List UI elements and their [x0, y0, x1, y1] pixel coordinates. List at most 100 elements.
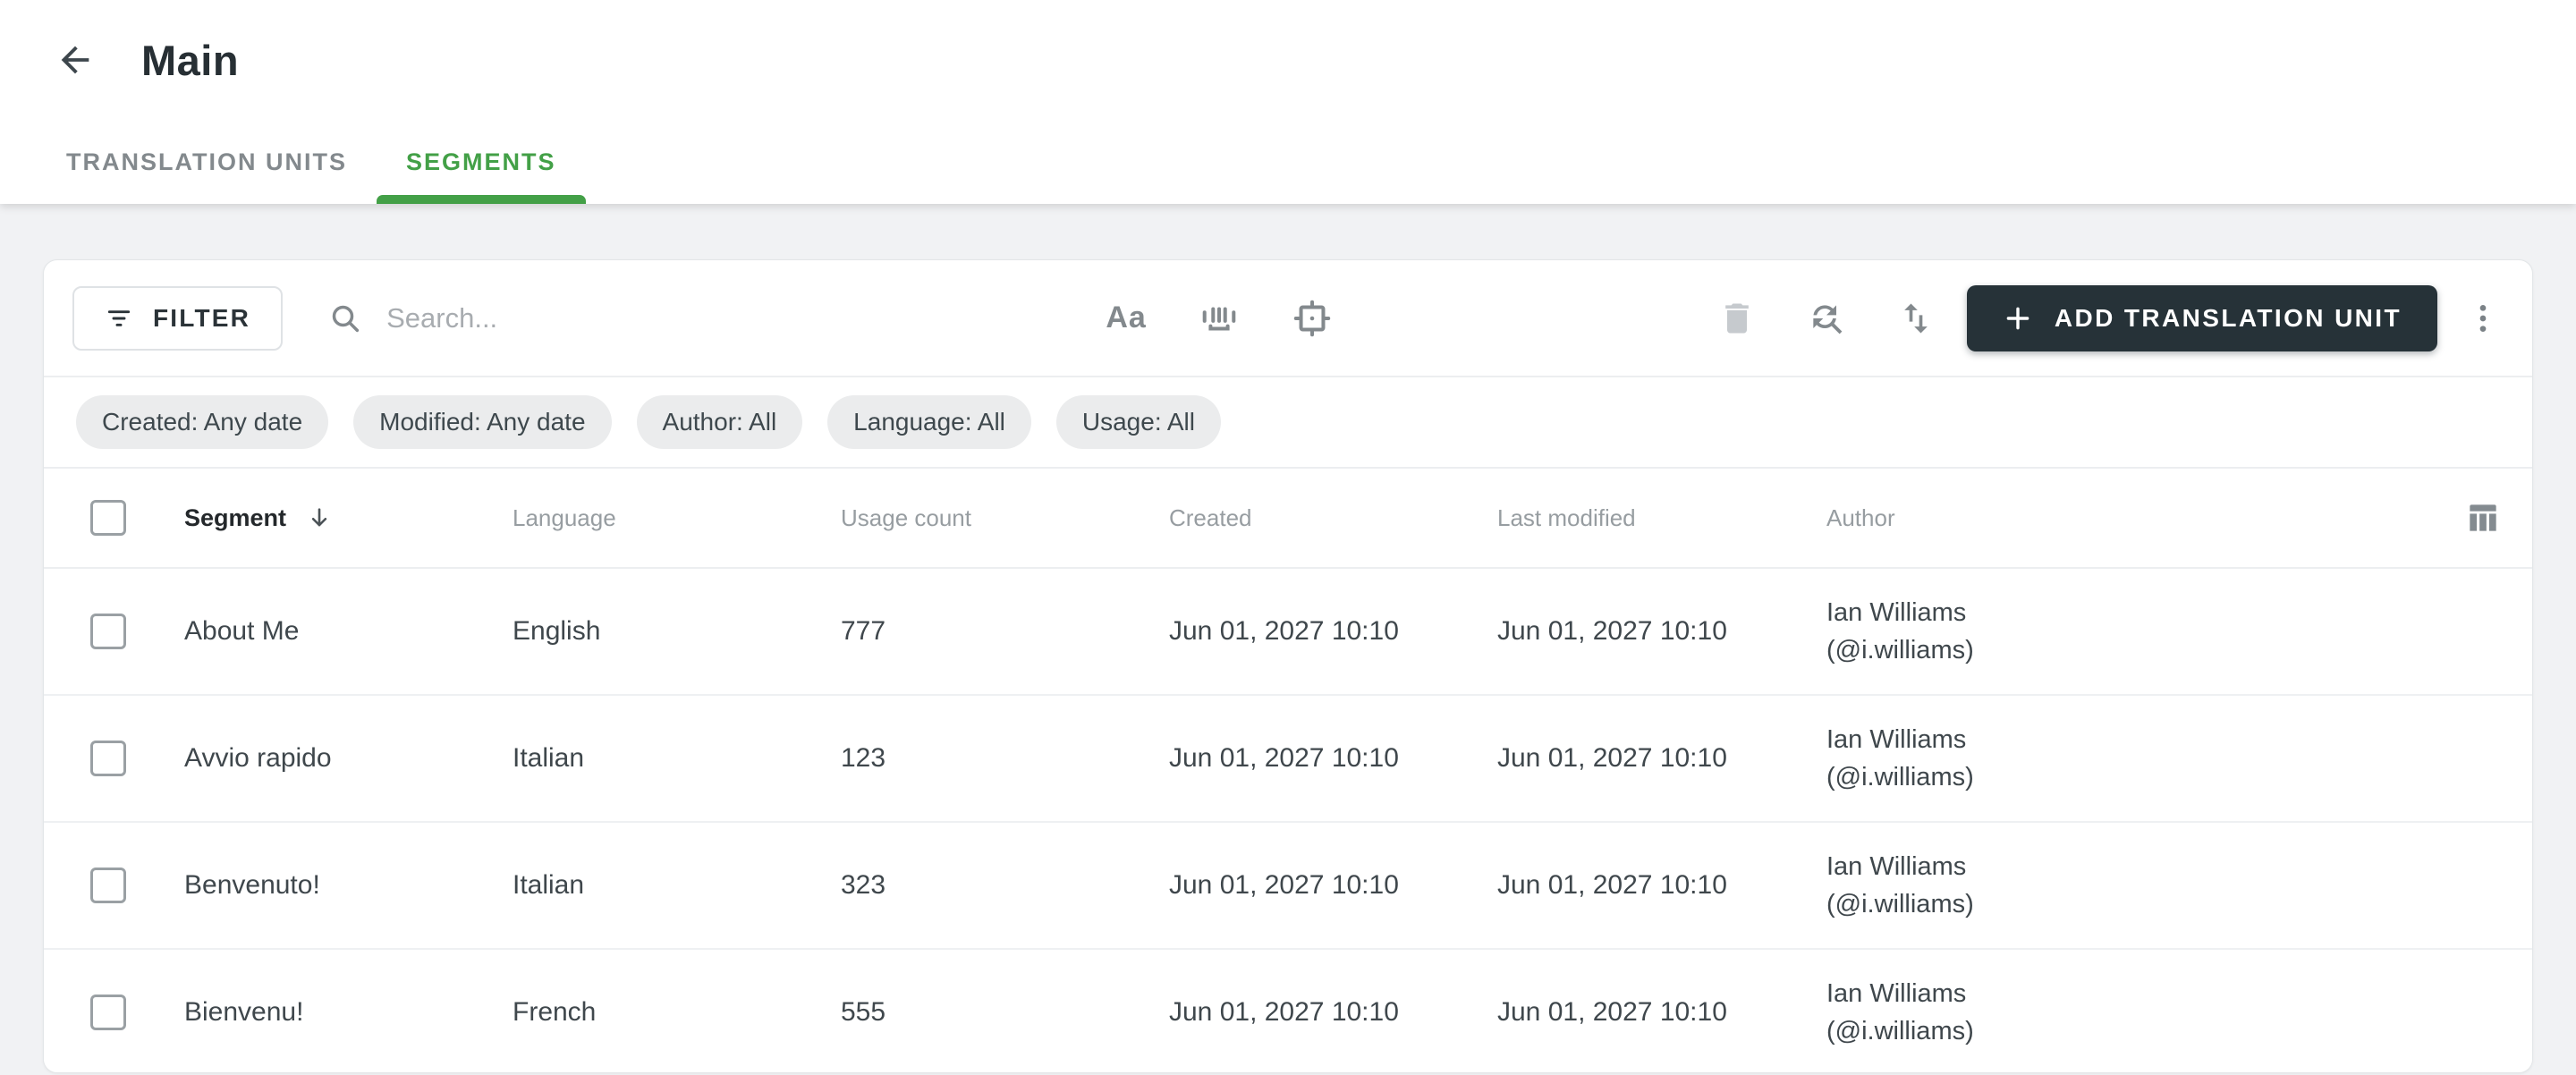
segments-card: FILTER Aa: [43, 259, 2533, 1073]
author-cell: Ian Williams (@i.williams): [1826, 721, 2446, 796]
whole-word-button[interactable]: [1197, 296, 1241, 341]
row-checkbox[interactable]: [90, 995, 126, 1030]
language-cell: Italian: [513, 743, 585, 773]
table-row[interactable]: Benvenuto! Italian 323 Jun 01, 2027 10:1…: [44, 823, 2532, 950]
back-button[interactable]: [52, 37, 98, 83]
author-name: Ian Williams: [1826, 725, 1967, 754]
chip-created[interactable]: Created: Any date: [76, 395, 329, 449]
back-arrow-icon: [55, 39, 96, 80]
last-modified-cell: Jun 01, 2027 10:10: [1497, 870, 1727, 900]
segment-cell: Avvio rapido: [184, 743, 332, 773]
tab-bar: TRANSLATION UNITS SEGMENTS: [0, 120, 2576, 204]
search-box: [327, 300, 990, 336]
column-header-language[interactable]: Language: [513, 504, 841, 532]
segment-cell: Benvenuto!: [184, 870, 320, 900]
language-cell: French: [513, 997, 597, 1027]
usage-count-cell: 323: [841, 870, 886, 900]
row-checkbox-cell: [44, 995, 184, 1030]
add-button-label: ADD TRANSLATION UNIT: [2054, 303, 2402, 332]
row-checkbox[interactable]: [90, 741, 126, 776]
filter-button-label: FILTER: [153, 303, 251, 332]
created-cell: Jun 01, 2027 10:10: [1169, 870, 1399, 900]
row-checkbox-cell: [44, 741, 184, 776]
table-row[interactable]: Bienvenu! French 555 Jun 01, 2027 10:10 …: [44, 950, 2532, 1072]
app-header: Main TRANSLATION UNITS SEGMENTS: [0, 0, 2576, 204]
focus-frame-button[interactable]: [1290, 296, 1335, 341]
column-settings-button[interactable]: [2461, 495, 2505, 540]
toolbar-actions: [1715, 296, 1938, 341]
match-case-icon: Aa: [1106, 300, 1147, 334]
created-cell: Jun 01, 2027 10:10: [1169, 997, 1399, 1027]
author-handle: (@i.williams): [1826, 890, 1974, 918]
author-cell: Ian Williams (@i.williams): [1826, 848, 2446, 923]
column-label-segment: Segment: [184, 504, 287, 531]
filter-chips-row: Created: Any date Modified: Any date Aut…: [44, 377, 2532, 469]
column-header-author[interactable]: Author: [1826, 504, 2446, 532]
tab-segments[interactable]: SEGMENTS: [376, 120, 586, 204]
title-row: Main: [0, 0, 2576, 120]
author-handle: (@i.williams): [1826, 636, 1974, 664]
last-modified-cell: Jun 01, 2027 10:10: [1497, 997, 1727, 1027]
author-cell: Ian Williams (@i.williams): [1826, 975, 2446, 1050]
author-handle: (@i.williams): [1826, 1017, 1974, 1045]
search-icon: [327, 300, 363, 336]
filter-icon: [105, 304, 133, 333]
column-header-segment[interactable]: Segment: [184, 504, 513, 532]
whole-word-icon: [1199, 298, 1240, 339]
table-row[interactable]: About Me English 777 Jun 01, 2027 10:10 …: [44, 569, 2532, 696]
plus-icon: [2003, 303, 2033, 334]
segment-cell: Bienvenu!: [184, 997, 304, 1027]
usage-count-cell: 123: [841, 743, 886, 773]
created-cell: Jun 01, 2027 10:10: [1169, 743, 1399, 773]
usage-count-cell: 777: [841, 616, 886, 646]
sort-descending-icon: [306, 504, 333, 531]
filter-button[interactable]: FILTER: [72, 285, 284, 351]
column-header-usage-count[interactable]: Usage count: [841, 504, 1169, 532]
segment-cell: About Me: [184, 616, 300, 646]
delete-button[interactable]: [1715, 296, 1759, 341]
chip-modified[interactable]: Modified: Any date: [353, 395, 612, 449]
toolbar: FILTER Aa: [44, 260, 2532, 377]
row-checkbox-cell: [44, 868, 184, 903]
kebab-menu-icon: [2465, 300, 2501, 336]
chip-language[interactable]: Language: All: [827, 395, 1031, 449]
more-options-button[interactable]: [2461, 296, 2505, 341]
author-name: Ian Williams: [1826, 598, 1967, 627]
author-handle: (@i.williams): [1826, 763, 1974, 791]
last-modified-cell: Jun 01, 2027 10:10: [1497, 616, 1727, 646]
header-checkbox-cell: [44, 500, 184, 536]
page-title: Main: [141, 36, 240, 84]
select-all-checkbox[interactable]: [90, 500, 126, 536]
language-cell: English: [513, 616, 601, 646]
tab-translation-units[interactable]: TRANSLATION UNITS: [37, 120, 377, 204]
search-input[interactable]: [386, 301, 990, 334]
import-export-icon: [1896, 299, 1936, 338]
column-header-created[interactable]: Created: [1169, 504, 1497, 532]
author-cell: Ian Williams (@i.williams): [1826, 594, 2446, 669]
table-body: About Me English 777 Jun 01, 2027 10:10 …: [44, 569, 2532, 1072]
table-columns-icon: [2463, 498, 2503, 538]
usage-count-cell: 555: [841, 997, 886, 1027]
row-checkbox[interactable]: [90, 868, 126, 903]
table-header: Segment Language Usage count Created Las…: [44, 469, 2532, 569]
add-translation-unit-button[interactable]: ADD TRANSLATION UNIT: [1966, 284, 2437, 351]
row-checkbox-cell: [44, 614, 184, 649]
row-checkbox[interactable]: [90, 614, 126, 649]
search-option-icons: Aa: [1104, 296, 1335, 341]
language-cell: Italian: [513, 870, 585, 900]
find-replace-icon: [1807, 299, 1846, 338]
content-area: FILTER Aa: [0, 204, 2576, 1073]
chip-usage[interactable]: Usage: All: [1055, 395, 1221, 449]
trash-icon: [1717, 299, 1757, 338]
find-replace-button[interactable]: [1804, 296, 1849, 341]
sort-order-button[interactable]: [1894, 296, 1938, 341]
created-cell: Jun 01, 2027 10:10: [1169, 616, 1399, 646]
chip-author[interactable]: Author: All: [636, 395, 803, 449]
last-modified-cell: Jun 01, 2027 10:10: [1497, 743, 1727, 773]
author-name: Ian Williams: [1826, 852, 1967, 881]
column-header-last-modified[interactable]: Last modified: [1497, 504, 1826, 532]
focus-frame-icon: [1292, 298, 1333, 339]
author-name: Ian Williams: [1826, 979, 1967, 1008]
match-case-button[interactable]: Aa: [1104, 296, 1148, 341]
table-row[interactable]: Avvio rapido Italian 123 Jun 01, 2027 10…: [44, 696, 2532, 823]
